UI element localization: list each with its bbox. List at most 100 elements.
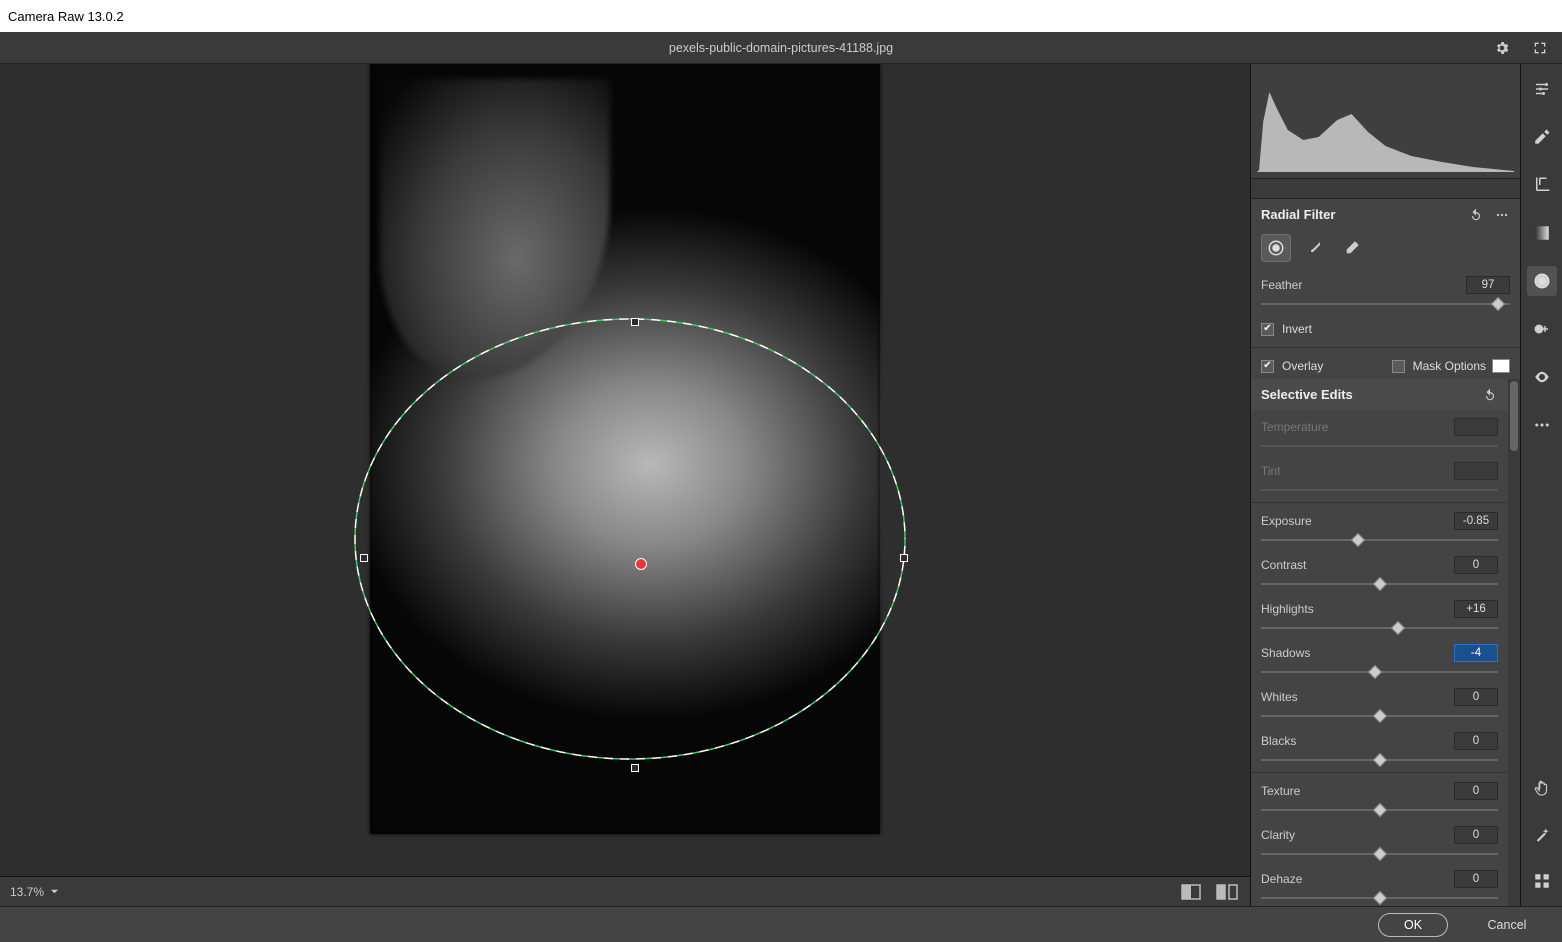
shadows-value[interactable]: -4 xyxy=(1454,644,1498,662)
mask-options-checkbox[interactable] xyxy=(1392,360,1405,373)
mask-options-label: Mask Options xyxy=(1413,359,1486,373)
blacks-label: Blacks xyxy=(1261,734,1296,748)
temperature-slider xyxy=(1261,440,1498,452)
clarity-value[interactable]: 0 xyxy=(1454,826,1498,844)
more-tools-button[interactable] xyxy=(1527,410,1557,440)
scroll-thumb[interactable] xyxy=(1510,381,1518,451)
redeye-button[interactable] xyxy=(1527,362,1557,392)
overlay-checkbox[interactable] xyxy=(1261,360,1274,373)
eyedropper-button[interactable] xyxy=(1527,122,1557,152)
feather-slider[interactable] xyxy=(1261,298,1510,310)
whites-slider[interactable] xyxy=(1261,710,1498,722)
eraser-icon xyxy=(1343,239,1361,257)
overlay-label: Overlay xyxy=(1282,359,1323,373)
before-after-split-button[interactable] xyxy=(1214,881,1240,903)
before-after-single-button[interactable] xyxy=(1178,881,1204,903)
mask-color-swatch[interactable] xyxy=(1492,359,1510,373)
tint-label: Tint xyxy=(1261,464,1281,478)
shadows-label: Shadows xyxy=(1261,646,1310,660)
dehaze-value[interactable]: 0 xyxy=(1454,870,1498,888)
invert-checkbox[interactable] xyxy=(1261,323,1274,336)
histogram-curve xyxy=(1257,82,1514,172)
dehaze-slider[interactable] xyxy=(1261,892,1498,904)
edits-reset-icon[interactable] xyxy=(1482,388,1498,402)
feather-row: Feather 97 xyxy=(1251,272,1520,298)
highlight-clip-marker[interactable] xyxy=(1502,68,1516,80)
scrollbar[interactable] xyxy=(1508,379,1520,906)
title-bar: Camera Raw 13.0.2 xyxy=(0,0,1562,32)
contrast-label: Contrast xyxy=(1261,558,1306,572)
zoom-select[interactable]: 13.7% xyxy=(10,885,59,899)
clarity-slider[interactable] xyxy=(1261,848,1498,860)
more-icon[interactable] xyxy=(1494,208,1510,222)
ok-button[interactable]: OK xyxy=(1378,913,1448,937)
highlights-value[interactable]: +16 xyxy=(1454,600,1498,618)
contrast-value[interactable]: 0 xyxy=(1454,556,1498,574)
blacks-slider[interactable] xyxy=(1261,754,1498,766)
texture-slider[interactable] xyxy=(1261,804,1498,816)
gradient-button[interactable] xyxy=(1527,218,1557,248)
temperature-label: Temperature xyxy=(1261,420,1328,434)
blacks-value[interactable]: 0 xyxy=(1454,732,1498,750)
single-view-icon xyxy=(1181,884,1201,900)
zoom-tool-button[interactable] xyxy=(1527,820,1557,850)
tint-slider xyxy=(1261,484,1498,496)
reset-icon[interactable] xyxy=(1468,208,1484,222)
expand-icon xyxy=(1532,40,1548,56)
hand-icon xyxy=(1533,780,1551,798)
header-bar: pexels-public-domain-pictures-41188.jpg xyxy=(0,32,1562,64)
histogram[interactable] xyxy=(1251,64,1520,179)
highlights-label: Highlights xyxy=(1261,602,1314,616)
hand-tool-button[interactable] xyxy=(1527,774,1557,804)
spot-removal-button[interactable] xyxy=(1527,314,1557,344)
chevron-down-icon xyxy=(50,887,59,896)
radial-icon xyxy=(1533,272,1551,290)
crop-icon xyxy=(1533,176,1551,194)
brush-erase-button[interactable] xyxy=(1337,234,1367,262)
handle-left[interactable] xyxy=(360,554,368,562)
fullscreen-button[interactable] xyxy=(1528,36,1552,60)
settings-button[interactable] xyxy=(1490,36,1514,60)
tint-value xyxy=(1454,462,1498,480)
handle-right[interactable] xyxy=(900,554,908,562)
radial-tool-icon xyxy=(1267,239,1285,257)
grid-tool-button[interactable] xyxy=(1527,866,1557,896)
dots-icon xyxy=(1533,416,1551,434)
brush-add-button[interactable] xyxy=(1299,234,1329,262)
edit-panel-button[interactable] xyxy=(1527,74,1557,104)
shadows-slider[interactable] xyxy=(1261,666,1498,678)
crop-button[interactable] xyxy=(1527,170,1557,200)
app-title: Camera Raw 13.0.2 xyxy=(8,9,124,24)
feather-value[interactable]: 97 xyxy=(1466,276,1510,294)
sliders-icon xyxy=(1533,80,1551,98)
mask-tool-row xyxy=(1251,228,1520,272)
invert-label: Invert xyxy=(1282,322,1312,336)
texture-value[interactable]: 0 xyxy=(1454,782,1498,800)
canvas[interactable] xyxy=(0,64,1250,876)
status-bar: 13.7% xyxy=(0,876,1250,906)
zoom-value: 13.7% xyxy=(10,885,44,899)
shadow-clip-marker[interactable] xyxy=(1255,68,1269,80)
texture-label: Texture xyxy=(1261,784,1300,798)
whites-label: Whites xyxy=(1261,690,1298,704)
info-strip xyxy=(1251,179,1520,199)
temperature-value xyxy=(1454,418,1498,436)
tool-strip xyxy=(1520,64,1562,906)
exposure-slider[interactable] xyxy=(1261,534,1498,546)
new-mask-button[interactable] xyxy=(1261,234,1291,262)
radial-filter-button[interactable] xyxy=(1527,266,1557,296)
panel-title: Radial Filter xyxy=(1261,207,1335,222)
footer: OK Cancel xyxy=(0,906,1562,942)
highlights-slider[interactable] xyxy=(1261,622,1498,634)
grid-icon xyxy=(1533,872,1551,890)
whites-value[interactable]: 0 xyxy=(1454,688,1498,706)
eye-icon xyxy=(1533,368,1551,386)
photo-preview xyxy=(370,64,880,834)
exposure-value[interactable]: -0.85 xyxy=(1454,512,1498,530)
magic-wand-icon xyxy=(1533,826,1551,844)
heal-icon xyxy=(1533,320,1551,338)
cancel-button[interactable]: Cancel xyxy=(1472,913,1542,937)
gradient-icon xyxy=(1533,224,1551,242)
gear-icon xyxy=(1494,40,1510,56)
contrast-slider[interactable] xyxy=(1261,578,1498,590)
